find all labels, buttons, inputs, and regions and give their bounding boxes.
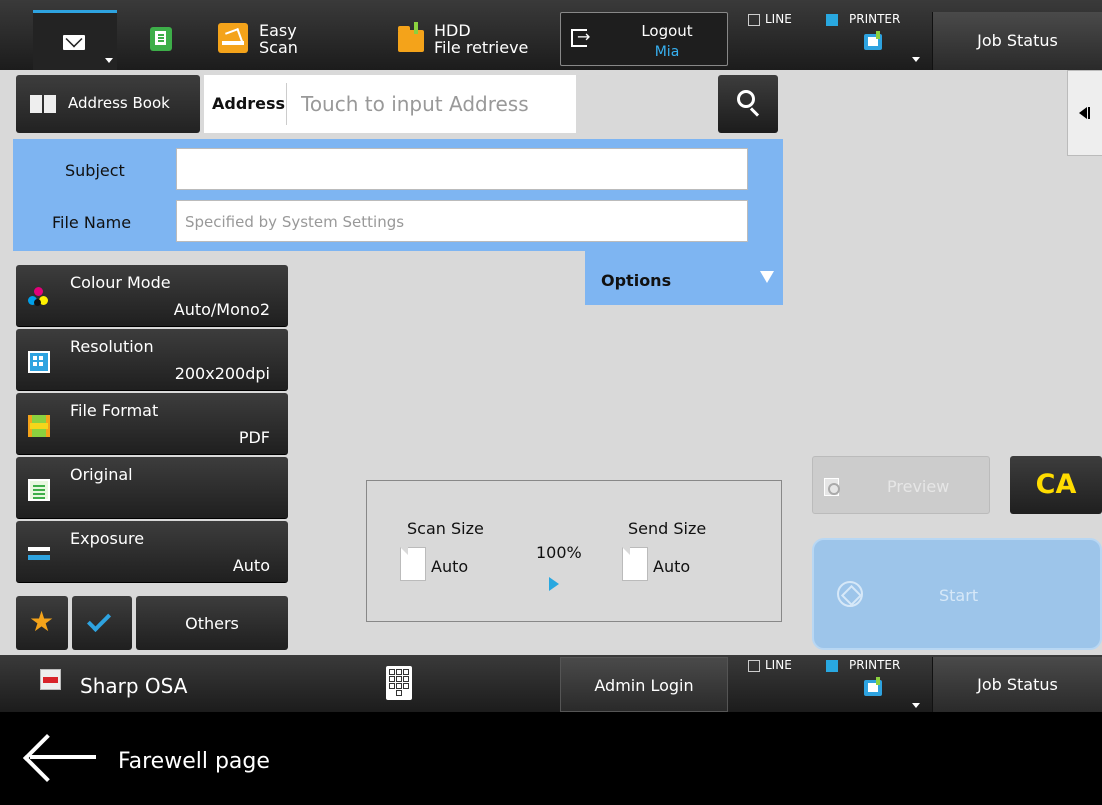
address-book-button[interactable]: Address Book (16, 75, 200, 133)
file-format-button[interactable]: File Format PDF (16, 393, 288, 455)
favorite-button[interactable]: ★ (16, 596, 68, 650)
job-status-button[interactable]: Job Status (932, 657, 1102, 712)
easy-scan-button[interactable]: Easy Scan (210, 12, 320, 66)
setting-name: Exposure (70, 529, 145, 548)
options-button[interactable]: Options (585, 251, 783, 305)
logout-button[interactable]: Logout Mia (560, 12, 728, 66)
hdd-label-1: HDD (434, 21, 471, 40)
sharp-osa-icon (40, 669, 61, 690)
file-format-icon (28, 415, 50, 437)
keypad-icon[interactable] (386, 666, 412, 700)
printer-icon (864, 677, 882, 696)
exposure-icon (28, 543, 50, 565)
printer-indicator (826, 14, 838, 26)
arrow-right-icon (549, 577, 559, 591)
options-label: Options (601, 271, 672, 290)
preview-button[interactable]: Preview (812, 456, 990, 514)
subject-label: Subject (65, 161, 125, 180)
others-label: Others (185, 614, 239, 633)
back-arrow-icon[interactable] (24, 729, 96, 785)
setting-value: Auto (232, 556, 270, 575)
preview-icon (824, 478, 840, 496)
setting-name: Colour Mode (70, 273, 171, 292)
subject-input[interactable] (176, 148, 748, 190)
setting-name: Resolution (70, 337, 154, 356)
check-settings-button[interactable] (72, 596, 132, 650)
collapse-left-icon (1079, 107, 1090, 119)
admin-login-label: Admin Login (594, 676, 694, 695)
preview-label: Preview (887, 477, 950, 496)
setting-name: File Format (70, 401, 159, 420)
easy-scan-label-1: Easy (259, 21, 297, 40)
back-label[interactable]: Farewell page (118, 749, 270, 774)
copy-mode-icon[interactable] (150, 27, 172, 51)
search-button[interactable] (718, 75, 778, 133)
send-size-value: Auto (653, 557, 691, 576)
original-icon (28, 479, 50, 501)
line-label: LINE (765, 12, 792, 26)
chevron-down-icon (912, 703, 920, 708)
line-checkbox (748, 14, 760, 26)
printer-indicator (826, 660, 838, 672)
colour-mode-button[interactable]: Colour Mode Auto/Mono2 (16, 265, 288, 327)
start-icon (837, 581, 863, 607)
exposure-button[interactable]: Exposure Auto (16, 521, 288, 583)
side-panel-toggle[interactable] (1067, 70, 1102, 156)
line-label: LINE (765, 658, 792, 672)
ca-label: CA (1035, 469, 1077, 500)
setting-name: Original (70, 465, 133, 484)
dropdown-arrow-icon (760, 271, 774, 283)
setting-value: Auto/Mono2 (173, 300, 270, 319)
document-icon (622, 547, 648, 581)
address-input[interactable] (286, 83, 576, 125)
hdd-file-retrieve-button[interactable]: HDD File retrieve (390, 12, 550, 66)
job-status-label: Job Status (977, 31, 1058, 50)
clear-all-button[interactable]: CA (1010, 456, 1102, 514)
original-button[interactable]: Original (16, 457, 288, 519)
colour-mode-icon (28, 287, 50, 309)
job-status-button[interactable]: Job Status (932, 12, 1102, 70)
star-icon: ★ (29, 605, 55, 638)
others-button[interactable]: Others (136, 596, 288, 650)
line-checkbox (748, 660, 760, 672)
resolution-icon (28, 351, 50, 373)
document-icon (400, 547, 426, 581)
checkmark-icon (86, 607, 112, 633)
search-icon (737, 90, 755, 108)
logout-icon (571, 27, 590, 47)
start-label: Start (939, 586, 979, 605)
hdd-label-2: File retrieve (434, 38, 529, 57)
scan-to-email-tab[interactable] (33, 10, 117, 70)
logout-label: Logout (641, 22, 693, 40)
chevron-down-icon (912, 57, 920, 62)
scale-ratio: 100% (536, 543, 582, 562)
printer-icon (864, 31, 882, 50)
easy-scan-label-2: Scan (259, 38, 298, 57)
hdd-folder-icon (398, 22, 424, 52)
send-size-label: Send Size (628, 519, 707, 538)
job-status-label: Job Status (977, 675, 1058, 694)
scan-size-label: Scan Size (407, 519, 484, 538)
start-button[interactable]: Start (812, 538, 1102, 650)
envelope-icon (63, 35, 85, 50)
address-label: Address (212, 94, 286, 113)
resolution-button[interactable]: Resolution 200x200dpi (16, 329, 288, 391)
printer-label: PRINTER (849, 658, 901, 672)
file-name-label: File Name (52, 213, 132, 232)
logged-in-user: Mia (654, 44, 680, 60)
chevron-down-icon (105, 58, 113, 63)
admin-login-button[interactable]: Admin Login (560, 657, 728, 712)
address-book-label: Address Book (68, 94, 170, 112)
scan-size-value: Auto (431, 557, 469, 576)
setting-value: 200x200dpi (174, 364, 270, 383)
app-name[interactable]: Sharp OSA (80, 674, 187, 698)
address-field[interactable]: Address (204, 75, 576, 133)
setting-value: PDF (238, 428, 270, 447)
file-name-input[interactable]: Specified by System Settings (176, 200, 748, 242)
address-book-icon (30, 95, 56, 113)
printer-label: PRINTER (849, 12, 901, 26)
easy-scan-icon (218, 23, 248, 53)
search-icon-handle (749, 107, 760, 117)
